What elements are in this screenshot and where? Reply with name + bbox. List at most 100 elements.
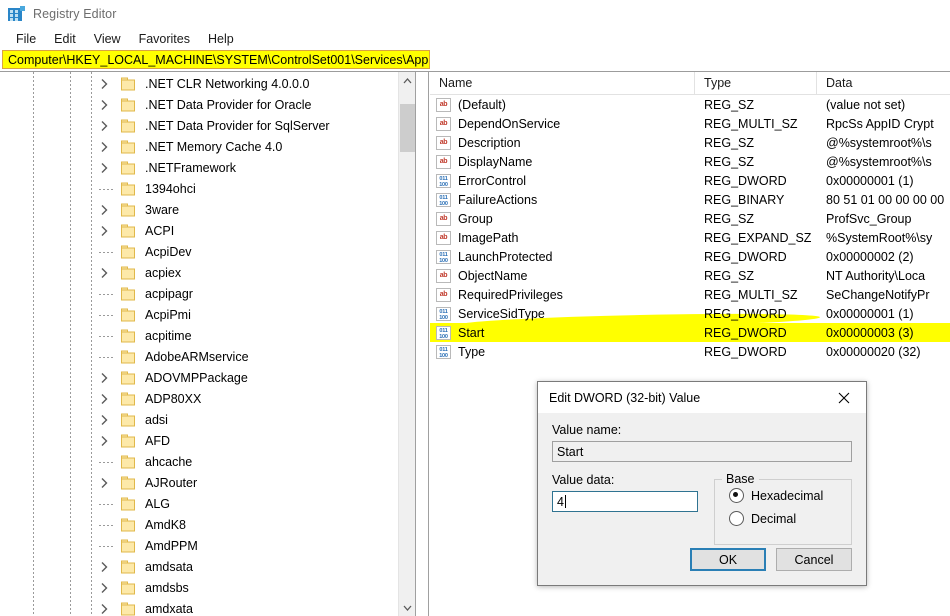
registry-value-row[interactable]: 011 100 ErrorControl REG_DWORD 0x00000001 (1…: [430, 171, 950, 190]
tree-item-label: ACPI: [145, 223, 175, 238]
menu-item-edit[interactable]: Edit: [45, 31, 85, 48]
value-name-text: Start: [458, 325, 485, 340]
radio-hexadecimal-icon[interactable]: [729, 488, 744, 503]
registry-value-row[interactable]: ab Group REG_SZ ProfSvc_Group: [430, 209, 950, 228]
string-value-icon: ab: [436, 97, 451, 112]
tree-item[interactable]: ADOVMPPackage: [0, 367, 399, 388]
menu-item-file[interactable]: File: [7, 31, 45, 48]
scroll-up-icon[interactable]: [399, 72, 416, 89]
tree-item[interactable]: amdxata: [0, 598, 399, 616]
scroll-down-icon[interactable]: [399, 599, 416, 616]
chevron-right-icon[interactable]: [101, 582, 112, 593]
tree-item[interactable]: AcpiDev: [0, 241, 399, 262]
tree-item[interactable]: 3ware: [0, 199, 399, 220]
value-name-cell: 011 100 FailureActions: [430, 192, 695, 207]
column-header-name[interactable]: Name: [430, 72, 695, 94]
cancel-button[interactable]: Cancel: [776, 548, 852, 571]
column-header-data[interactable]: Data: [817, 72, 950, 94]
tree-item[interactable]: AcpiPmi: [0, 304, 399, 325]
chevron-right-icon[interactable]: [101, 477, 112, 488]
registry-value-row[interactable]: ab Description REG_SZ @%systemroot%\s: [430, 133, 950, 152]
tree-item[interactable]: AmdK8: [0, 514, 399, 535]
value-data-cell: @%systemroot%\s: [826, 154, 932, 169]
chevron-right-icon[interactable]: [101, 204, 112, 215]
chevron-right-icon[interactable]: [101, 561, 112, 572]
value-data-cell: @%systemroot%\s: [826, 135, 932, 150]
tree-item[interactable]: ADP80XX: [0, 388, 399, 409]
tree-item[interactable]: ahcache: [0, 451, 399, 472]
chevron-right-icon[interactable]: [101, 414, 112, 425]
chevron-right-icon[interactable]: [101, 141, 112, 152]
radio-decimal[interactable]: Decimal: [729, 511, 841, 526]
folder-icon: [121, 560, 136, 573]
tree-item-label: ADP80XX: [145, 391, 202, 406]
list-column-headers: Name Type Data: [430, 72, 950, 95]
tree-item[interactable]: AdobeARMservice: [0, 346, 399, 367]
tree-item[interactable]: ACPI: [0, 220, 399, 241]
chevron-right-icon[interactable]: [101, 120, 112, 131]
value-name-text: ObjectName: [458, 268, 528, 283]
value-data-cell: NT Authority\Loca: [826, 268, 926, 283]
chevron-right-icon[interactable]: [101, 162, 112, 173]
string-value-icon: ab: [436, 116, 451, 131]
tree-item[interactable]: AJRouter: [0, 472, 399, 493]
folder-icon: [121, 287, 136, 300]
registry-value-row[interactable]: ab DisplayName REG_SZ @%systemroot%\s: [430, 152, 950, 171]
column-header-type[interactable]: Type: [695, 72, 817, 94]
tree-leaf-connector: [99, 188, 114, 190]
address-bar[interactable]: Computer\HKEY_LOCAL_MACHINE\SYSTEM\Contr…: [2, 50, 430, 69]
tree-item[interactable]: amdsbs: [0, 577, 399, 598]
chevron-right-icon[interactable]: [101, 372, 112, 383]
tree-item[interactable]: 1394ohci: [0, 178, 399, 199]
registry-value-row[interactable]: 011 100 ServiceSidType REG_DWORD 0x00000001 …: [430, 304, 950, 323]
menu-item-favorites[interactable]: Favorites: [130, 31, 199, 48]
tree-item[interactable]: AmdPPM: [0, 535, 399, 556]
tree-item[interactable]: acpipagr: [0, 283, 399, 304]
tree-scrollbar[interactable]: [398, 72, 416, 616]
tree-item-label: acpiex: [145, 265, 182, 280]
value-data-input[interactable]: 4: [552, 491, 698, 512]
value-name-cell: 011 100 ServiceSidType: [430, 306, 695, 321]
address-bar-area: Computer\HKEY_LOCAL_MACHINE\SYSTEM\Contr…: [0, 49, 950, 71]
radio-decimal-icon[interactable]: [729, 511, 744, 526]
registry-value-row[interactable]: 011 100 LaunchProtected REG_DWORD 0x00000002…: [430, 247, 950, 266]
tree-item[interactable]: AFD: [0, 430, 399, 451]
tree-item[interactable]: .NET Data Provider for SqlServer: [0, 115, 399, 136]
tree-item[interactable]: .NET CLR Networking 4.0.0.0: [0, 73, 399, 94]
chevron-right-icon[interactable]: [101, 78, 112, 89]
tree-item[interactable]: acpitime: [0, 325, 399, 346]
registry-value-row[interactable]: ab ImagePath REG_EXPAND_SZ %SystemRoot%\sy: [430, 228, 950, 247]
tree-item[interactable]: .NET Memory Cache 4.0: [0, 136, 399, 157]
value-name-input[interactable]: Start: [552, 441, 852, 462]
chevron-right-icon[interactable]: [101, 393, 112, 404]
registry-value-row[interactable]: ab ObjectName REG_SZ NT Authority\Loca: [430, 266, 950, 285]
tree-item[interactable]: .NET Data Provider for Oracle: [0, 94, 399, 115]
registry-value-row[interactable]: 011 100 Type REG_DWORD 0x00000020 (32): [430, 342, 950, 361]
registry-tree-scroll: .NET CLR Networking 4.0.0.0 .NET Data Pro…: [0, 72, 399, 616]
registry-value-row[interactable]: ab RequiredPrivileges REG_MULTI_SZ SeChange…: [430, 285, 950, 304]
ok-button[interactable]: OK: [690, 548, 766, 571]
menu-item-help[interactable]: Help: [199, 31, 243, 48]
chevron-right-icon[interactable]: [101, 603, 112, 614]
chevron-right-icon[interactable]: [101, 435, 112, 446]
tree-item[interactable]: acpiex: [0, 262, 399, 283]
chevron-right-icon[interactable]: [101, 99, 112, 110]
tree-item-label: adsi: [145, 412, 168, 427]
pane-splitter[interactable]: [415, 72, 429, 616]
registry-value-row[interactable]: ab DependOnService REG_MULTI_SZ RpcSs AppID…: [430, 114, 950, 133]
close-icon[interactable]: [822, 382, 866, 413]
radio-hexadecimal[interactable]: Hexadecimal: [729, 488, 841, 503]
registry-value-row[interactable]: 011 100 FailureActions REG_BINARY 80 51 01 0…: [430, 190, 950, 209]
tree-item[interactable]: ALG: [0, 493, 399, 514]
registry-value-row[interactable]: 011 100 Start REG_DWORD 0x00000003 (3): [430, 311, 950, 342]
folder-icon: [121, 161, 136, 174]
tree-item[interactable]: .NETFramework: [0, 157, 399, 178]
menu-item-view[interactable]: View: [85, 31, 130, 48]
chevron-right-icon[interactable]: [101, 267, 112, 278]
tree-item[interactable]: adsi: [0, 409, 399, 430]
tree-scrollbar-thumb[interactable]: [400, 104, 415, 152]
tree-item[interactable]: amdsata: [0, 556, 399, 577]
tree-item-label: AFD: [145, 433, 170, 448]
chevron-right-icon[interactable]: [101, 225, 112, 236]
registry-value-row[interactable]: ab (Default) REG_SZ (value not set): [430, 95, 950, 114]
